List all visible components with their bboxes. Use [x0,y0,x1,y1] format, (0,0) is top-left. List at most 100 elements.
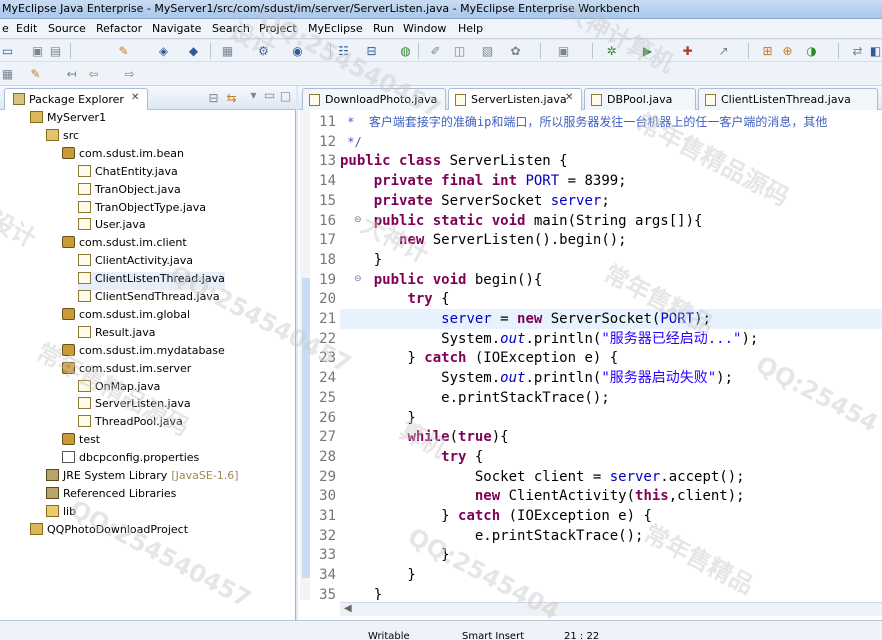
tree-item[interactable]: src [46,128,79,147]
toolbar-separator [70,43,71,59]
tree-item[interactable]: TranObjectType.java [78,200,206,219]
minimize-icon[interactable]: ▭ [262,88,277,102]
format-icon[interactable]: ◫ [452,44,467,58]
forward-icon[interactable]: ⇨ [122,67,137,81]
tree-item[interactable]: com.sdust.im.bean [62,146,184,165]
annotation-icon[interactable]: ✎ [28,67,43,81]
tree-item[interactable]: com.sdust.im.global [62,307,190,326]
deploy-icon[interactable]: ⚙ [256,44,271,58]
tree-item[interactable]: dbcpconfig.properties [62,451,199,469]
code-line: */ [340,134,362,149]
code-line: e.printStackTrace(); [340,527,644,544]
link-editor-icon[interactable]: ⇆ [224,91,239,105]
new-java-icon[interactable]: ◑ [804,44,819,58]
scroll-left-icon[interactable]: ◀ [344,603,352,614]
tree-item-label: ServerListen.java [95,397,191,411]
external-tools-icon[interactable]: ✚ [680,44,695,58]
new-package-icon[interactable]: ⊞ [760,44,775,58]
menu-run[interactable]: Run [373,22,394,35]
close-icon[interactable]: ✕ [131,92,139,103]
menu-help[interactable]: Help [458,22,483,35]
tab-dbpool[interactable]: DBPool.java [584,88,696,110]
tree-item[interactable]: com.sdust.im.mydatabase [62,343,225,362]
menu-file[interactable]: e [2,22,9,35]
tree-item[interactable]: MyServer1 [30,111,106,129]
tree-item[interactable]: User.java [78,218,146,236]
image-icon[interactable]: ▧ [480,44,495,58]
toolbar-separator [210,43,211,59]
debug-icon[interactable]: ✲ [604,44,619,58]
tree-item-label: ChatEntity.java [95,164,178,178]
globe-icon[interactable]: ◍ [398,44,413,58]
server-icon[interactable]: ▦ [220,44,235,58]
perspective-icon[interactable]: ◧ [868,44,882,58]
open-perspective-icon[interactable]: ⇄ [850,44,865,58]
snapshot-icon[interactable]: ▣ [556,44,571,58]
tree-item-label: User.java [95,218,146,232]
maximize-icon[interactable]: □ [278,89,293,103]
tree-item[interactable]: Referenced Libraries [46,486,176,505]
code-line: try { [441,448,484,465]
tab-clientlistenthread[interactable]: ClientListenThread.java [698,88,878,110]
tree-item[interactable]: ChatEntity.java [78,164,178,183]
code-area[interactable]: * 客户端套接字的准确ip和端口，所以服务器发往一台机器上的任一客户端的消息，其… [340,110,882,600]
java-icon [78,397,91,410]
package-explorer-icon [13,93,25,105]
run-icon[interactable]: ▶ [640,44,655,58]
edit-tool-icon[interactable]: ✐ [428,44,443,58]
line-number: 29 [319,468,336,485]
tree-item[interactable]: ThreadPool.java [78,415,183,433]
open-type-icon[interactable]: ◈ [156,44,171,58]
new-wizard-icon[interactable]: ✎ [116,44,131,58]
toggle-icon[interactable]: ▦ [0,67,15,81]
tree-item[interactable]: JRE System Library [JavaSE-1.6] [46,469,239,487]
horizontal-scrollbar[interactable]: ◀ [340,602,882,616]
tasks-icon[interactable]: ☷ [336,44,351,58]
back-icon[interactable]: ⇦ [86,67,101,81]
last-edit-icon[interactable]: ↤ [64,67,79,81]
tree-item[interactable]: Result.java [78,325,156,344]
folder-icon [46,504,59,517]
tree-item[interactable]: lib [46,504,76,523]
menu-edit[interactable]: Edit [16,22,37,35]
menu-navigate[interactable]: Navigate [152,22,201,35]
tab-label: DBPool.java [607,93,673,106]
tree-item-label: OnMap.java [95,379,161,393]
close-icon[interactable]: ✕ [565,92,573,103]
tree-item[interactable]: OnMap.java [78,379,161,398]
open-browser-icon[interactable]: ◉ [290,44,305,58]
tree-item[interactable]: com.sdust.im.server [62,361,191,380]
db-icon[interactable]: ⊟ [364,44,379,58]
save-icon[interactable]: ▣ [30,44,45,58]
tab-serverlisten[interactable]: ServerListen.java ✕ [448,88,582,110]
status-bar: Writable Smart Insert 21 : 22 [0,620,882,640]
tree-item[interactable]: test [62,433,100,451]
tree-item[interactable]: com.sdust.im.client [62,236,187,254]
print-icon[interactable]: ▤ [48,44,63,58]
menu-project[interactable]: Project [259,22,297,35]
menu-search[interactable]: Search [212,22,250,35]
menu-source[interactable]: Source [48,22,86,35]
new-icon[interactable]: ▭ [0,44,15,58]
menu-myeclipse[interactable]: MyEclipse [308,22,363,35]
open-resource-icon[interactable]: ◆ [186,44,201,58]
tree-item[interactable]: ClientListenThread.java [78,272,225,291]
tree-item[interactable]: ClientSendThread.java [78,290,220,308]
tree-item[interactable]: ServerListen.java [78,397,191,415]
eclipse-window: MyEclipse Java Enterprise - MyServer1/sr… [0,0,882,640]
tree-item[interactable]: TranObject.java [78,182,181,201]
menu-refactor[interactable]: Refactor [96,22,142,35]
lib-icon [46,486,59,499]
coverage-icon[interactable]: ↗ [716,44,731,58]
lib-icon [46,469,59,481]
package-explorer-tab[interactable]: Package Explorer ✕ [4,88,148,110]
tree-item[interactable]: QQPhotoDownloadProject [30,522,188,541]
new-class-icon[interactable]: ⊕ [780,44,795,58]
tree-item[interactable]: ClientActivity.java [78,254,193,272]
menu-window[interactable]: Window [403,22,446,35]
collapse-all-icon[interactable]: ⊟ [206,91,221,105]
package-explorer-header: Package Explorer ✕ ⊟ ⇆ ▾ ▭ □ [0,86,296,110]
tab-downloadphoto[interactable]: DownloadPhoto.java [302,88,446,110]
palette-icon[interactable]: ✿ [508,44,523,58]
view-menu-icon[interactable]: ▾ [246,88,261,102]
